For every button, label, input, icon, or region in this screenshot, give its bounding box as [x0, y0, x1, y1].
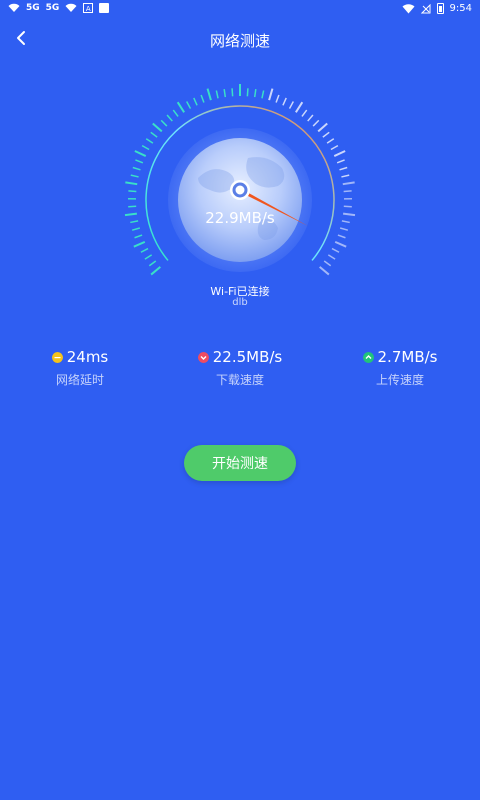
gauge-tick	[327, 254, 336, 260]
gauge-tick	[166, 114, 173, 122]
download-icon	[197, 351, 209, 363]
page-title: 网络测速	[209, 32, 270, 50]
gauge-tick	[307, 114, 314, 122]
gauge-tick	[186, 101, 192, 109]
gauge-tick	[275, 94, 280, 103]
gauge-tick	[172, 109, 179, 117]
status-bar-left: 5G 5G A	[8, 3, 110, 13]
gauge-tick	[134, 234, 143, 239]
gauge-tick	[152, 122, 163, 133]
gauge-tick	[334, 240, 347, 248]
gauge-tick	[134, 150, 147, 157]
wifi-signal-icon	[402, 3, 415, 14]
gauge-tick	[343, 190, 352, 193]
status-bar: 5G 5G A 9:54	[0, 0, 480, 20]
network-type-2: 5G	[45, 3, 60, 13]
gauge-tick	[301, 109, 308, 117]
gauge-tick	[215, 90, 219, 99]
gauge-tick	[130, 174, 139, 178]
gauge-tick	[342, 181, 355, 186]
gauge-tick	[145, 138, 154, 144]
clock: 9:54	[449, 3, 472, 14]
speed-stats: 24ms 网络延时 22.5MB/s 下载速度 2.7MB/s 上传速度	[0, 348, 480, 398]
gauge-tick	[342, 212, 356, 217]
gauge-tick	[288, 101, 294, 109]
gauge-tick	[339, 166, 348, 171]
gauge-tick	[295, 101, 304, 113]
start-test-button[interactable]: 开始测速	[184, 445, 296, 481]
gauge-tick	[341, 220, 350, 224]
upload-value: 2.7MB/s	[377, 348, 438, 366]
gauge-tick	[141, 144, 150, 151]
gauge-tick	[312, 119, 320, 127]
notification-square-icon	[99, 3, 110, 13]
gauge-tick	[193, 97, 198, 106]
network-type-1: 5G	[26, 3, 40, 13]
upload-label: 上传速度	[375, 373, 424, 387]
gauge-tick	[144, 254, 153, 260]
gauge-tick	[150, 266, 161, 276]
gauge-tick	[133, 240, 146, 248]
gauge-tick	[326, 138, 335, 144]
gauge-tick	[317, 122, 328, 133]
gauge-tick	[323, 260, 332, 267]
gauge-tick	[160, 119, 168, 127]
gauge-tick	[268, 88, 274, 101]
gauge-tick	[148, 260, 157, 267]
gauge-tick	[223, 89, 227, 98]
gauge-tick	[124, 212, 138, 217]
gauge-tick	[125, 181, 138, 186]
gauge-tick	[339, 227, 349, 231]
upload-icon	[362, 351, 374, 363]
wifi-icon	[8, 3, 20, 12]
gauge-tick	[131, 227, 141, 231]
download-value: 22.5MB/s	[212, 348, 283, 366]
current-speed: 22.9MB/s	[205, 209, 275, 227]
gauge-tick	[132, 166, 141, 171]
gauge-tick	[330, 144, 339, 151]
gauge-tick	[176, 101, 185, 113]
gauge-tick	[206, 88, 212, 101]
gauge-tick	[231, 88, 234, 97]
gauge-tick	[333, 150, 346, 157]
gauge-tick	[140, 247, 149, 253]
gauge-tick	[246, 88, 249, 97]
latency-label: 网络延时	[55, 373, 104, 387]
battery-icon	[436, 3, 444, 14]
gauge-tick	[319, 266, 330, 276]
gauge-tick	[253, 89, 257, 98]
gauge-tick	[282, 97, 287, 106]
stat-download: 22.5MB/s 下载速度	[160, 348, 320, 388]
latency-value: 24ms	[66, 348, 109, 366]
gauge-tick	[135, 159, 144, 164]
gauge-tick	[341, 174, 350, 178]
latency-icon	[51, 351, 63, 363]
notification-a-icon: A	[83, 3, 94, 13]
stat-latency-value-row: 24ms	[0, 348, 160, 366]
wifi-name: dlb	[232, 297, 248, 308]
stat-upload: 2.7MB/s 上传速度	[320, 348, 480, 388]
download-label: 下载速度	[215, 373, 264, 387]
gauge-tick	[331, 247, 340, 253]
gauge-tick	[130, 220, 139, 224]
gauge-tick	[128, 190, 137, 193]
no-signal-icon	[420, 3, 431, 13]
stat-upload-value-row: 2.7MB/s	[320, 348, 480, 366]
gauge-tick	[200, 94, 205, 103]
wifi-icon-2	[65, 3, 77, 12]
gauge-tick	[150, 131, 158, 138]
gauge-tick	[322, 131, 330, 138]
stat-download-value-row: 22.5MB/s	[160, 348, 320, 366]
gauge-tick	[337, 234, 346, 239]
gauge-tick	[261, 90, 265, 99]
gauge-tick	[336, 159, 345, 164]
stat-latency: 24ms 网络延时	[0, 348, 160, 388]
status-bar-right: 9:54	[402, 3, 472, 14]
